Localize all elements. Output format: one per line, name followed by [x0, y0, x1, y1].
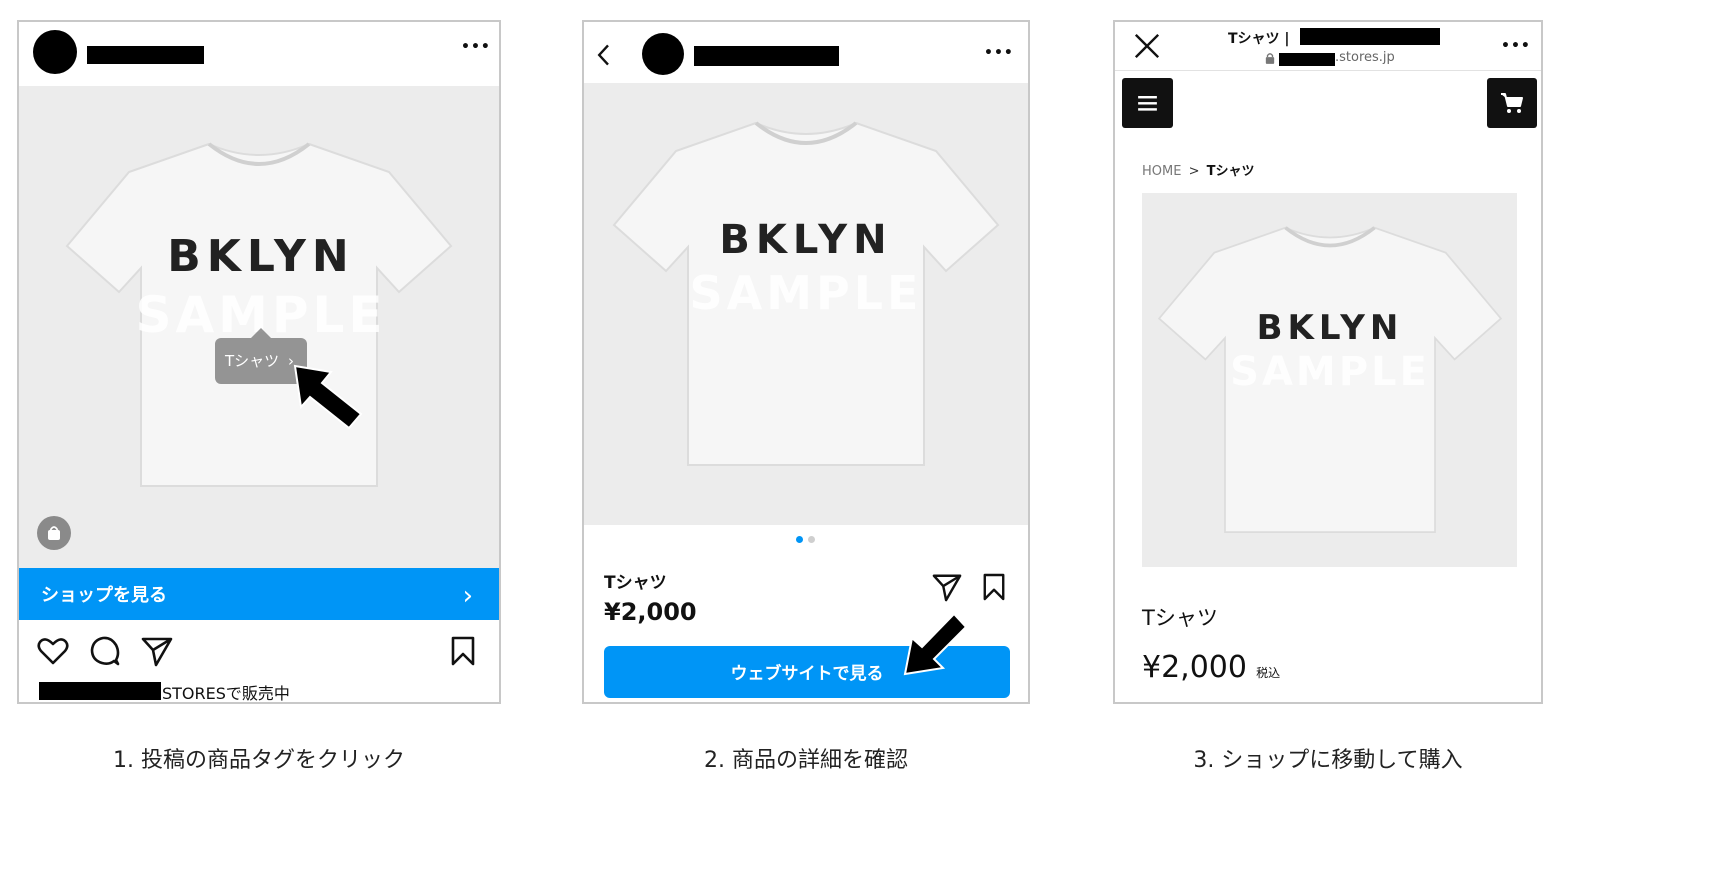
avatar[interactable]: [642, 33, 684, 75]
more-dots-icon[interactable]: •••: [461, 40, 491, 54]
shirt-brand: BKLYN: [167, 231, 355, 282]
product-name: Tシャツ: [604, 573, 667, 593]
shirt-brand: BKLYN: [719, 217, 892, 263]
tax-label: 税込: [1256, 666, 1281, 680]
view-shop-bar[interactable]: ショップを見る ›: [19, 568, 499, 620]
product-image[interactable]: BKLYN SAMPLE: [1142, 193, 1517, 567]
chevron-right-icon: ›: [462, 581, 473, 611]
product-name: Tシャツ: [1142, 606, 1218, 630]
breadcrumb: HOME > Tシャツ: [1142, 160, 1255, 179]
page-domain: .stores.jp: [1335, 50, 1395, 65]
product-image[interactable]: BKLYN SAMPLE: [584, 83, 1028, 525]
breadcrumb-home[interactable]: HOME: [1142, 164, 1181, 179]
store-page-panel: Tシャツ | .stores.jp ••• HOME > Tシャツ BKLYN …: [1113, 20, 1543, 704]
heart-icon[interactable]: [37, 636, 69, 666]
pointer-arrow-icon: [903, 612, 968, 676]
product-tag-label: Tシャツ: [225, 352, 280, 370]
back-icon[interactable]: [596, 42, 612, 68]
tshirt-image: BKLYN SAMPLE: [1157, 225, 1503, 534]
step-1-caption: 1. 投稿の商品タグをクリック: [113, 748, 405, 773]
divider: [1115, 70, 1541, 71]
menu-icon: [1138, 96, 1157, 111]
redacted-shop-name: [1300, 28, 1440, 45]
send-icon[interactable]: [141, 635, 173, 667]
comment-icon[interactable]: [89, 635, 121, 667]
bookmark-icon[interactable]: [450, 635, 476, 667]
instagram-post-panel: ••• BKLYN SAMPLE Tシャツ › ショップを見る › STORES…: [17, 20, 501, 704]
cart-icon: [1501, 93, 1523, 113]
pointer-arrow-icon: [293, 364, 363, 430]
menu-button[interactable]: [1122, 78, 1173, 128]
redacted-username[interactable]: [694, 46, 839, 66]
tshirt-image: BKLYN SAMPLE: [612, 121, 1000, 467]
shirt-watermark: SAMPLE: [1230, 349, 1430, 395]
page-title: Tシャツ |: [1228, 31, 1290, 47]
tshirt-image: BKLYN SAMPLE: [65, 142, 453, 488]
chevron-right-icon: >: [1188, 164, 1200, 179]
shopping-bag-icon[interactable]: [37, 516, 71, 550]
pagination-dot-active[interactable]: [796, 536, 803, 543]
shirt-watermark: SAMPLE: [690, 266, 923, 320]
redacted-domain: [1279, 53, 1335, 66]
breadcrumb-current: Tシャツ: [1206, 164, 1255, 179]
view-shop-label: ショップを見る: [41, 585, 167, 606]
product-detail-panel: ••• BKLYN SAMPLE Tシャツ ¥2,000 ウェブサイトで見る: [582, 20, 1030, 704]
pagination-dots: [796, 536, 820, 544]
step-3-caption: 3. ショップに移動して購入: [1193, 748, 1463, 773]
shirt-brand: BKLYN: [1257, 308, 1404, 348]
price-value: ¥2,000: [1142, 650, 1247, 685]
post-caption: STORESで販売中: [162, 684, 290, 703]
cart-button[interactable]: [1487, 78, 1537, 128]
avatar[interactable]: [33, 30, 77, 74]
more-dots-icon[interactable]: •••: [984, 46, 1014, 60]
product-price: ¥2,000 税込: [1142, 650, 1280, 685]
post-image[interactable]: BKLYN SAMPLE Tシャツ ›: [19, 86, 499, 568]
more-dots-icon[interactable]: •••: [1501, 39, 1531, 53]
redacted-account-name[interactable]: [39, 682, 161, 700]
bookmark-icon[interactable]: [982, 572, 1006, 602]
step-2-caption: 2. 商品の詳細を確認: [704, 748, 908, 773]
pagination-dot[interactable]: [808, 536, 815, 543]
product-price: ¥2,000: [604, 598, 697, 626]
send-icon[interactable]: [932, 572, 962, 602]
lock-icon: [1265, 53, 1275, 64]
close-icon[interactable]: [1133, 32, 1161, 60]
redacted-username[interactable]: [87, 46, 204, 64]
